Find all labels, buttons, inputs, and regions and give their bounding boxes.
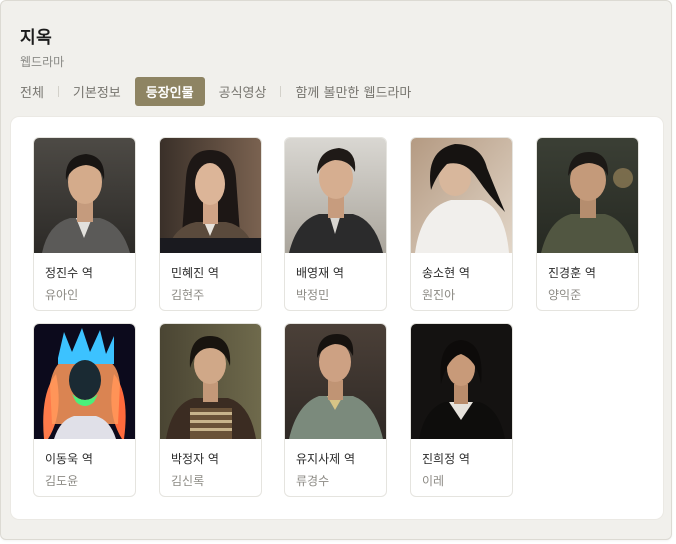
cast-actor: 원진아 — [422, 288, 456, 302]
cast-photo — [160, 324, 261, 439]
cast-role: 정진수 역 — [45, 266, 93, 280]
cast-actor: 김도윤 — [45, 474, 79, 488]
cast-photo — [34, 138, 135, 253]
cast-photo — [285, 138, 386, 253]
cast-card[interactable]: 박정자 역 김신록 — [159, 323, 262, 497]
cast-role: 진경훈 역 — [548, 266, 596, 280]
cast-card[interactable]: 배영재 역 박정민 — [284, 137, 387, 311]
cast-card[interactable]: 정진수 역 유아인 — [33, 137, 136, 311]
cast-photo — [537, 138, 638, 253]
cast-actor: 류경수 — [296, 474, 330, 488]
cast-card[interactable]: 진희정 역 이레 — [410, 323, 513, 497]
cast-card[interactable]: 민혜진 역 김현주 — [159, 137, 262, 311]
cast-card[interactable]: 진경훈 역 양익준 — [536, 137, 639, 311]
tab-bar: 전체 기본정보 등장인물 공식영상 함께 볼만한 웹드라마 — [20, 76, 411, 106]
cast-actor: 양익준 — [548, 288, 582, 302]
tab-recommended[interactable]: 함께 볼만한 웹드라마 — [295, 82, 411, 101]
page-title: 지옥 — [20, 28, 53, 48]
tab-divider — [57, 85, 59, 97]
tab-basic-info[interactable]: 기본정보 — [73, 82, 121, 101]
cast-role: 진희정 역 — [422, 452, 470, 466]
cast-photo — [160, 138, 261, 253]
cast-role: 이동욱 역 — [45, 452, 93, 466]
cast-card[interactable]: 송소현 역 원진아 — [410, 137, 513, 311]
cast-actor: 김신록 — [171, 474, 205, 488]
cast-photo — [411, 138, 512, 253]
cast-photo — [411, 324, 512, 439]
cast-actor: 박정민 — [296, 288, 330, 302]
tab-all[interactable]: 전체 — [20, 82, 44, 101]
cast-photo — [34, 324, 135, 439]
tab-divider — [280, 85, 282, 97]
tab-official-videos[interactable]: 공식영상 — [219, 82, 267, 101]
cast-actor: 김현주 — [171, 288, 205, 302]
page-subtitle: 웹드라마 — [20, 55, 65, 69]
cast-card[interactable]: 이동욱 역 김도윤 — [33, 323, 136, 497]
cast-role: 유지사제 역 — [296, 452, 356, 466]
cast-role: 박정자 역 — [171, 452, 219, 466]
cast-role: 민혜진 역 — [171, 266, 219, 280]
cast-actor: 이레 — [422, 474, 445, 488]
cast-actor: 유아인 — [45, 288, 79, 302]
cast-role: 배영재 역 — [296, 266, 344, 280]
cast-grid: 정진수 역 유아인 민혜진 역 김현주 배영재 역 박정민 송소현 역 원진아 … — [11, 117, 663, 519]
cast-photo — [285, 324, 386, 439]
tab-cast[interactable]: 등장인물 — [134, 76, 205, 106]
cast-card[interactable]: 유지사제 역 류경수 — [284, 323, 387, 497]
drama-info-panel: 지옥 웹드라마 전체 기본정보 등장인물 공식영상 함께 볼만한 웹드라마 정진… — [0, 0, 672, 540]
cast-role: 송소현 역 — [422, 266, 470, 280]
